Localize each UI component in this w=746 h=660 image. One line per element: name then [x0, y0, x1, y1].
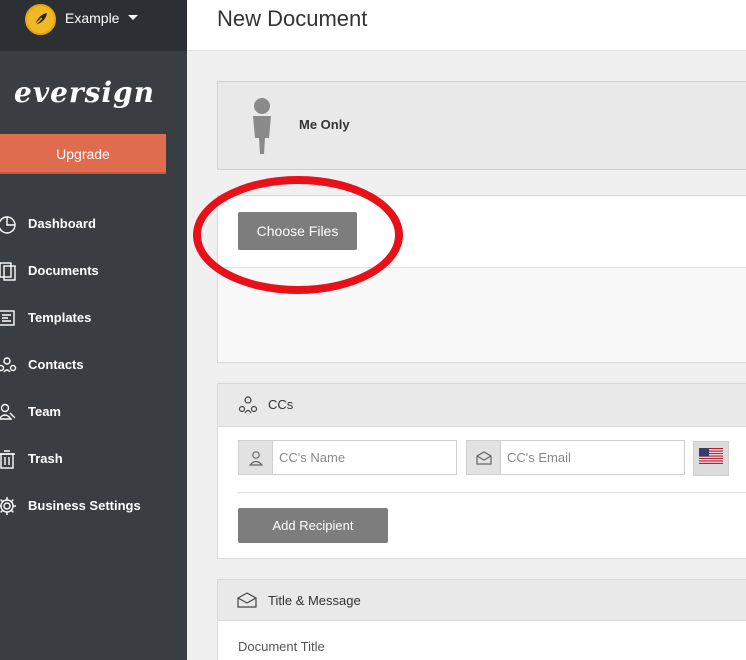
contacts-icon [237, 394, 259, 421]
team-icon [0, 401, 18, 423]
ccs-heading: CCs [268, 397, 294, 412]
title-message-heading: Title & Message [268, 593, 361, 608]
sidebar-item-documents[interactable]: Documents [0, 247, 187, 294]
envelope-icon [467, 441, 501, 474]
sidebar: Example eversign Upgrade Dashboard Docum… [0, 0, 187, 660]
contacts-icon [0, 354, 18, 376]
cc-name-input[interactable] [273, 441, 456, 474]
page-title: New Document [217, 6, 368, 31]
sidebar-item-business-settings[interactable]: Business Settings [0, 482, 187, 529]
main-content: New Document Me Only Choose Files CCs CC… [187, 0, 746, 660]
page-header: New Document [187, 0, 746, 51]
sidebar-item-team[interactable]: Team [0, 388, 187, 435]
ccs-section: CCs CC's Name CC's Email Add Recipient [217, 383, 746, 559]
sidebar-item-label: Documents [28, 263, 99, 278]
person-icon [250, 98, 274, 161]
envelope-icon [237, 592, 257, 613]
sidebar-item-label: Contacts [28, 357, 84, 372]
language-select[interactable] [693, 441, 729, 476]
gear-icon [0, 495, 18, 517]
signer-mode-label: Me Only [299, 117, 350, 132]
user-icon [239, 441, 273, 474]
chevron-down-icon[interactable] [128, 15, 138, 20]
ccs-header: CCs [218, 384, 746, 427]
us-flag-icon [699, 448, 723, 469]
upload-toolbar: Choose Files [218, 196, 746, 268]
pie-chart-icon [0, 213, 18, 235]
cc-email-input[interactable] [501, 441, 684, 474]
cc-email-field[interactable] [466, 440, 685, 475]
templates-icon [0, 307, 18, 329]
sidebar-item-label: Team [28, 404, 61, 419]
documents-icon [0, 260, 18, 282]
sidebar-item-label: Trash [28, 451, 63, 466]
sidebar-item-label: Dashboard [28, 216, 96, 231]
account-name[interactable]: Example [65, 10, 119, 26]
title-message-section: Title & Message Document Title [217, 579, 746, 660]
account-switcher[interactable]: Example [0, 0, 187, 51]
signer-mode-me-only[interactable]: Me Only [217, 81, 746, 170]
add-recipient-button[interactable]: Add Recipient [238, 508, 388, 543]
sidebar-item-label: Business Settings [28, 498, 141, 513]
upgrade-button[interactable]: Upgrade [0, 134, 166, 174]
sidebar-item-dashboard[interactable]: Dashboard [0, 200, 187, 247]
sidebar-item-contacts[interactable]: Contacts [0, 341, 187, 388]
leaf-icon [25, 4, 56, 35]
trash-icon [0, 448, 18, 470]
document-title-label: Document Title [238, 639, 325, 654]
divider [238, 492, 746, 493]
sidebar-item-trash[interactable]: Trash [0, 435, 187, 482]
title-message-header: Title & Message [218, 580, 746, 621]
sidebar-item-templates[interactable]: Templates [0, 294, 187, 341]
brand-logo: eversign [14, 76, 155, 109]
choose-files-button[interactable]: Choose Files [238, 212, 357, 250]
cc-name-field[interactable] [238, 440, 457, 475]
file-upload-area[interactable]: Choose Files [217, 195, 746, 363]
sidebar-nav: Dashboard Documents Templates Contacts T… [0, 200, 187, 529]
sidebar-item-label: Templates [28, 310, 92, 325]
